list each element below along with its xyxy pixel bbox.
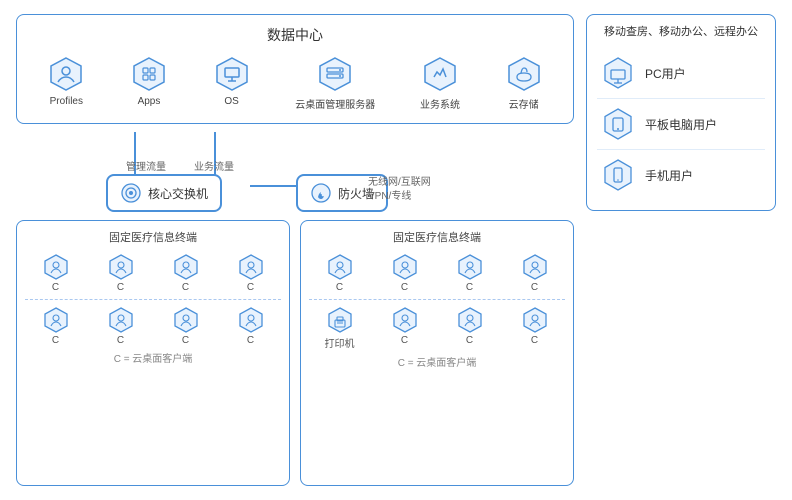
right-panel: 移动查房、移动办公、远程办公 PC用户 平板电脑用户 [586, 14, 776, 211]
right-panel-title: 移动查房、移动办公、远程办公 [597, 25, 765, 40]
terminal-1-c3: C [155, 253, 216, 293]
switch-icon [120, 182, 142, 204]
terminal-2-c1: C [309, 253, 370, 293]
tablet-user-hex-icon [601, 107, 635, 141]
switch-box: 核心交换机 [106, 174, 222, 212]
terminal-1-c7: C [155, 306, 216, 346]
datacenter-title: 数据中心 [27, 25, 563, 45]
icon-os: OS [213, 55, 251, 107]
datacenter-box: 数据中心 Profiles [16, 14, 574, 124]
terminal-1-c1: C [25, 253, 86, 293]
icon-profiles: Profiles [47, 55, 85, 107]
terminal-2-c2: C [374, 253, 435, 293]
business-flow-label: 业务流量 [194, 158, 234, 173]
server-hex-icon [316, 55, 354, 93]
terminal-1-c4: C [220, 253, 281, 293]
terminal-2-c3: C [439, 253, 500, 293]
icon-server: 云桌面管理服务器 [295, 55, 375, 111]
firewall-icon [310, 182, 332, 204]
profiles-hex-icon [47, 55, 85, 93]
apps-hex-icon [130, 55, 168, 93]
phone-user-hex-icon [601, 158, 635, 192]
terminal-2-c6: C [439, 306, 500, 350]
storage-hex-icon [505, 55, 543, 93]
tablet-user-label: 平板电脑用户 [645, 116, 717, 133]
icon-apps: Apps [130, 55, 168, 107]
phone-user-label: 手机用户 [645, 167, 693, 184]
terminal-1-c8: C [220, 306, 281, 346]
pc-user-label: PC用户 [645, 65, 686, 82]
terminal-2-title: 固定医疗信息终端 [309, 229, 565, 245]
terminal-2-c5: C [374, 306, 435, 350]
os-hex-icon [213, 55, 251, 93]
terminal-1-c2: C [90, 253, 151, 293]
printer-item: 打印机 [309, 306, 370, 350]
business-hex-icon [421, 55, 459, 93]
phone-user-item: 手机用户 [597, 150, 765, 200]
tablet-user-item: 平板电脑用户 [597, 99, 765, 150]
terminal-2-c4: C [504, 253, 565, 293]
icon-storage: 云存储 [505, 55, 543, 111]
icon-business: 业务系统 [420, 55, 460, 111]
terminal-2-c7: C [504, 306, 565, 350]
terminal-1-note: C = 云桌面客户端 [25, 350, 281, 365]
terminal-box-1: 固定医疗信息终端 C C C [16, 220, 290, 486]
pc-user-hex-icon [601, 56, 635, 90]
terminal-1-title: 固定医疗信息终端 [25, 229, 281, 245]
pc-user-item: PC用户 [597, 48, 765, 99]
terminal-box-2: 固定医疗信息终端 C C C [300, 220, 574, 486]
terminal-1-c6: C [90, 306, 151, 346]
manage-flow-label: 管理流量 [126, 158, 166, 173]
network-label-text: 无线网/互联网VPN/专线 [368, 176, 431, 204]
terminal-1-c5: C [25, 306, 86, 346]
terminal-2-note: C = 云桌面客户端 [309, 354, 565, 369]
